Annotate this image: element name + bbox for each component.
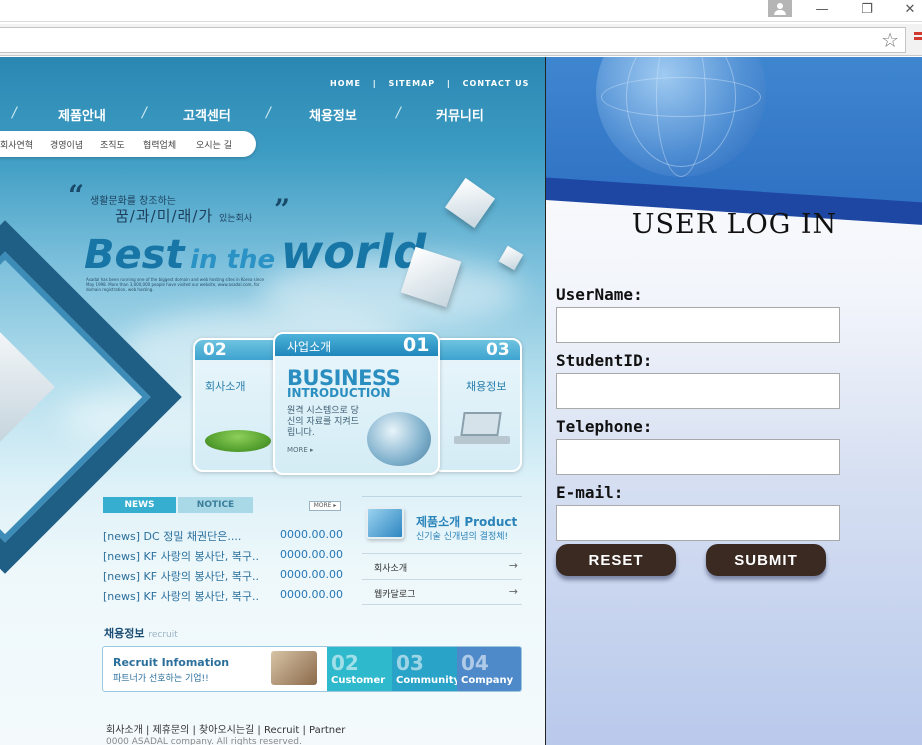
news-row[interactable]: [news] KF 사랑의 봉사단, 복구.. 0000.00.00 [103, 588, 343, 604]
business-subtitle: INTRODUCTION [287, 386, 391, 400]
business-description: 원격 시스템으로 당신의 자료를 지켜드립니다. [287, 406, 359, 438]
business-more-link[interactable]: MORE ▸ [287, 446, 314, 454]
cube-decoration [444, 177, 496, 229]
subnav-partners[interactable]: 협력업체 [143, 138, 176, 151]
news-row[interactable]: [news] DC 정밀 채권단은.... 0000.00.00 [103, 528, 343, 544]
recruit-bar: Recruit Infomation 파트너가 선호하는 기업!! 02 Cust… [102, 646, 522, 692]
card-business-intro[interactable]: 사업소개 01 BUSINESS INTRODUCTION 원격 시스템으로 당… [273, 332, 440, 475]
sub-nav: 회사연혁 경영이념 조직도 협력업체 오시는 길 [0, 131, 256, 157]
link-company-intro[interactable]: 회사소개 → [362, 553, 522, 579]
login-panel: USER LOG IN UserName: StudentID: Telepho… [545, 57, 922, 745]
open-quote-mark: “ [68, 179, 85, 212]
arrow-right-icon: → [508, 559, 518, 572]
card-recruit[interactable]: 03 채용정보 [432, 338, 522, 472]
product-banner[interactable]: 제품소개 Product 신기술 신개념의 결정체! [362, 496, 522, 552]
sitemap-link[interactable]: SITEMAP [388, 79, 435, 88]
restore-button[interactable]: ❐ [855, 2, 879, 18]
reset-button[interactable]: RESET [556, 544, 676, 576]
card-number: 03 [486, 340, 510, 360]
subnav-directions[interactable]: 오시는 길 [196, 138, 232, 151]
island-city-image [205, 430, 271, 452]
slogan-line2: 꿈/과/미/래/가 있는회사 [115, 207, 253, 225]
nav-recruit[interactable]: 채용정보 [309, 105, 357, 124]
browser-menu-icon[interactable] [914, 32, 922, 46]
user-profile-icon[interactable] [768, 0, 792, 17]
link-web-catalog[interactable]: 웹카달로그 → [362, 579, 522, 605]
bookmark-star-icon[interactable]: ☆ [881, 29, 899, 51]
minimize-button[interactable]: — [810, 2, 834, 18]
close-button[interactable]: ✕ [898, 2, 922, 18]
product-title: 제품소개 Product [416, 515, 518, 529]
nav-products[interactable]: 제품안내 [58, 105, 106, 124]
laptop-image [454, 412, 510, 446]
hero-headline: Best in the world [84, 225, 427, 279]
contact-us-link[interactable]: CONTACT US [463, 79, 530, 88]
handshake-image [271, 651, 317, 685]
news-row[interactable]: [news] KF 사랑의 봉사단, 복구.. 0000.00.00 [103, 568, 343, 584]
company-box[interactable]: 04 Company [457, 647, 521, 691]
submit-button[interactable]: SUBMIT [706, 544, 826, 576]
close-quote-mark: ” [274, 193, 291, 226]
card-tab-label: 사업소개 [287, 340, 332, 354]
window-title-bar: — ❐ ✕ [0, 0, 922, 22]
telephone-label: Telephone: [556, 417, 653, 436]
globe-city-image [367, 412, 431, 466]
login-title: USER LOG IN [631, 209, 838, 240]
home-link[interactable]: HOME [330, 79, 361, 88]
tab-news[interactable]: NEWS [103, 497, 176, 513]
card-company-intro[interactable]: 02 회사소개 [193, 338, 283, 472]
subnav-history[interactable]: 회사연혁 [0, 138, 33, 151]
main-nav: / 제품안내 / 고객센터 / 채용정보 / 커뮤니티 [12, 105, 484, 124]
address-bar-input[interactable]: ☆ [0, 27, 906, 53]
separator: | [446, 79, 451, 88]
card-number: 02 [203, 340, 227, 360]
website-panel: HOME | SITEMAP | CONTACT US / 제품안내 / 고객센… [0, 57, 545, 745]
browser-toolbar: ☆ [0, 24, 922, 56]
email-label: E-mail: [556, 483, 624, 502]
subnav-philosophy[interactable]: 경영이념 [50, 138, 83, 151]
email-input[interactable] [556, 505, 840, 541]
community-box[interactable]: 03 Community [392, 647, 460, 691]
monitor-icon [366, 507, 404, 539]
news-more-button[interactable]: MORE ▸ [309, 501, 341, 511]
top-links: HOME | SITEMAP | CONTACT US [330, 79, 537, 88]
news-row[interactable]: [news] KF 사랑의 봉사단, 복구.. 0000.00.00 [103, 548, 343, 564]
recruit-info-title[interactable]: Recruit Infomation [113, 656, 229, 669]
card-label: 채용정보 [466, 380, 507, 393]
telephone-input[interactable] [556, 439, 840, 475]
subnav-organization[interactable]: 조직도 [100, 138, 125, 151]
footer-links[interactable]: 회사소개 | 제휴문의 | 찾아오시는길 | Recruit | Partner [106, 721, 345, 736]
nav-community[interactable]: 커뮤니티 [436, 105, 484, 124]
product-subtitle: 신기술 신개념의 결정체! [416, 532, 509, 542]
card-label: 회사소개 [205, 380, 246, 393]
nav-customer-center[interactable]: 고객센터 [183, 105, 231, 124]
arrow-right-icon: → [508, 585, 518, 598]
cube-decoration [498, 245, 524, 271]
username-label: UserName: [556, 285, 643, 304]
username-input[interactable] [556, 307, 840, 343]
recruit-info-subtitle: 파트너가 선호하는 기업!! [113, 674, 209, 684]
recruit-heading: 채용정보 recruit [104, 627, 178, 640]
student-id-label: StudentID: [556, 351, 653, 370]
card-number: 01 [403, 334, 430, 356]
hero-description: Asadal has been running one of the bigge… [86, 277, 264, 292]
customer-box[interactable]: 02 Customer [327, 647, 392, 691]
footer-copyright: 0000 ASADAL company. All rights reserved… [106, 737, 302, 745]
tab-notice[interactable]: NOTICE [178, 497, 253, 513]
student-id-input[interactable] [556, 373, 840, 409]
separator: | [372, 79, 377, 88]
